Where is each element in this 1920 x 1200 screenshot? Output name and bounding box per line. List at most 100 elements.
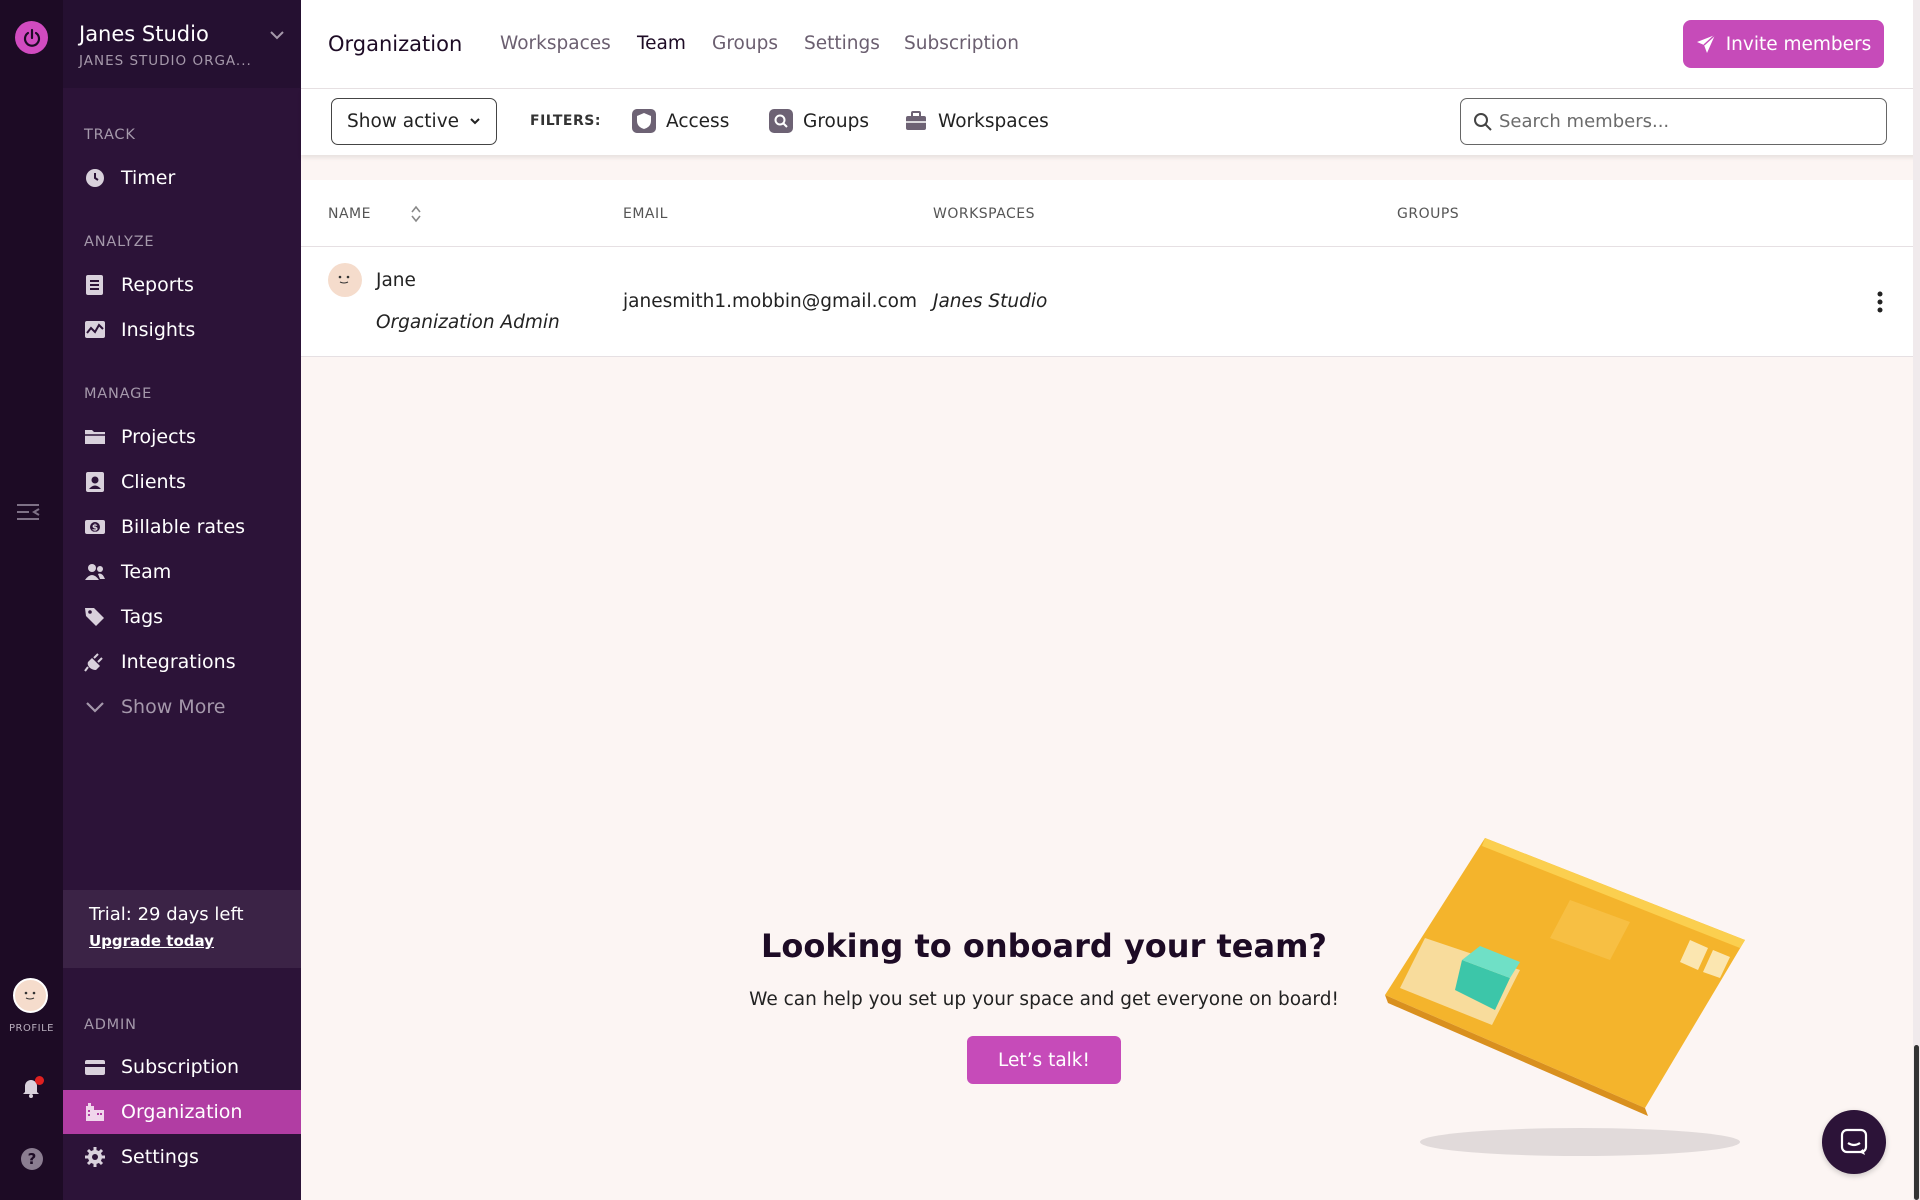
reports-icon: [86, 275, 103, 295]
filter-access[interactable]: Access: [632, 108, 729, 134]
status-select[interactable]: Show active: [331, 98, 497, 145]
folder-icon: [85, 430, 105, 444]
tag-icon: [85, 608, 104, 626]
sidebar-item-label: Projects: [121, 426, 196, 448]
sidebar-item-label: Reports: [121, 274, 194, 296]
sidebar-item-label: Organization: [121, 1101, 243, 1123]
team-icon: [85, 564, 105, 580]
sidebar-item-label: Insights: [121, 319, 196, 341]
column-groups: GROUPS: [1397, 206, 1460, 222]
sidebar: Janes Studio JANES STUDIO ORGA... TRACK …: [63, 0, 301, 1200]
sidebar-item-label: Timer: [121, 167, 176, 189]
avatar: [328, 263, 362, 297]
search-input[interactable]: [1499, 101, 1879, 141]
sidebar-item-subscription[interactable]: Subscription: [63, 1045, 301, 1089]
client-icon: [86, 472, 104, 492]
members-table: NAME EMAIL WORKSPACES GROUPS Jane Organi…: [301, 180, 1920, 357]
sidebar-item-label: Integrations: [121, 651, 236, 673]
org-name: Janes Studio: [79, 22, 209, 46]
app-rail: PROFILE ?: [0, 0, 63, 1200]
collapse-menu-icon[interactable]: [15, 500, 43, 524]
tab-settings[interactable]: Settings: [804, 33, 880, 54]
column-name-label: NAME: [328, 206, 371, 222]
clock-icon: [86, 169, 104, 187]
filter-groups[interactable]: Groups: [769, 108, 869, 134]
top-bar: Organization Workspaces Team Groups Sett…: [301, 0, 1920, 89]
column-name[interactable]: NAME: [328, 205, 421, 223]
sidebar-item-label: Show More: [121, 696, 226, 718]
section-admin: ADMIN: [84, 1017, 137, 1033]
sidebar-item-label: Billable rates: [121, 516, 246, 538]
tab-workspaces[interactable]: Workspaces: [500, 33, 611, 54]
member-workspaces: Janes Studio: [933, 291, 1048, 312]
org-subtitle: JANES STUDIO ORGA...: [79, 53, 252, 69]
card-icon: [85, 1060, 105, 1075]
sidebar-item-tags[interactable]: Tags: [63, 595, 301, 639]
sidebar-item-reports[interactable]: Reports: [63, 263, 301, 307]
org-switcher[interactable]: Janes Studio JANES STUDIO ORGA...: [63, 0, 301, 88]
plug-icon: [84, 653, 103, 672]
sidebar-item-projects[interactable]: Projects: [63, 415, 301, 459]
sidebar-item-clients[interactable]: Clients: [63, 460, 301, 504]
invite-members-button[interactable]: Invite members: [1683, 20, 1884, 68]
upgrade-link[interactable]: Upgrade today: [89, 932, 214, 950]
tab-team[interactable]: Team: [637, 33, 686, 54]
more-options-icon[interactable]: [1875, 290, 1885, 314]
onboarding-title: Looking to onboard your team?: [761, 927, 1327, 965]
table-row[interactable]: Jane Organization Admin janesmith1.mobbi…: [301, 247, 1920, 357]
filter-workspaces[interactable]: Workspaces: [904, 108, 1049, 134]
chevron-down-icon: [270, 31, 284, 40]
sort-icon[interactable]: [410, 204, 422, 224]
help-icon[interactable]: ?: [21, 1148, 43, 1170]
shield-icon: [632, 109, 656, 133]
filter-access-label: Access: [666, 110, 730, 132]
sidebar-item-team[interactable]: Team: [63, 550, 301, 594]
tab-subscription[interactable]: Subscription: [904, 33, 1019, 54]
profile-avatar[interactable]: [13, 978, 48, 1013]
filter-bar: Show active FILTERS: Access Groups Works…: [301, 89, 1920, 155]
power-logo-icon[interactable]: [15, 21, 48, 54]
lets-talk-button[interactable]: Let’s talk!: [967, 1036, 1121, 1084]
chat-support-button[interactable]: [1822, 1110, 1886, 1174]
sidebar-item-settings[interactable]: Settings: [63, 1135, 301, 1179]
sidebar-show-more[interactable]: Show More: [63, 685, 301, 729]
sidebar-item-organization[interactable]: Organization: [63, 1090, 301, 1134]
member-email: janesmith1.mobbin@gmail.com: [623, 291, 917, 312]
onboarding-text: We can help you set up your space and ge…: [749, 989, 1339, 1010]
sidebar-item-label: Tags: [121, 606, 164, 628]
section-manage: MANAGE: [84, 386, 153, 402]
section-analyze: ANALYZE: [84, 234, 155, 250]
status-select-value: Show active: [347, 111, 460, 132]
column-email: EMAIL: [623, 206, 668, 222]
sidebar-item-label: Subscription: [121, 1056, 240, 1078]
search-members[interactable]: [1460, 98, 1887, 145]
tab-groups[interactable]: Groups: [712, 33, 778, 54]
caret-down-icon: [470, 118, 480, 125]
scrollbar-thumb[interactable]: [1914, 1045, 1919, 1200]
chat-icon: [1840, 1128, 1868, 1155]
svg-text:$: $: [92, 524, 98, 534]
profile-label: PROFILE: [9, 1023, 54, 1034]
chevron-down-icon: [86, 702, 104, 713]
sidebar-item-timer[interactable]: Timer: [63, 156, 301, 200]
notification-dot: [35, 1076, 44, 1085]
filter-groups-label: Groups: [803, 110, 869, 132]
building-icon: [86, 1103, 104, 1121]
briefcase-icon: [904, 109, 928, 133]
scrollbar-track[interactable]: [1913, 0, 1920, 1200]
member-name: Jane: [376, 270, 416, 291]
trial-text: Trial: 29 days left: [89, 904, 244, 925]
filter-workspaces-label: Workspaces: [938, 110, 1049, 132]
search-icon: [1474, 113, 1492, 131]
column-workspaces: WORKSPACES: [933, 206, 1036, 222]
gear-icon: [85, 1147, 105, 1167]
page-title: Organization: [328, 32, 463, 56]
member-role: Organization Admin: [376, 312, 560, 333]
sidebar-item-label: Clients: [121, 471, 186, 493]
filters-label: FILTERS:: [530, 113, 601, 129]
sidebar-item-insights[interactable]: Insights: [63, 308, 301, 352]
sidebar-item-billable-rates[interactable]: $ Billable rates: [63, 505, 301, 549]
sidebar-item-integrations[interactable]: Integrations: [63, 640, 301, 684]
table-header: NAME EMAIL WORKSPACES GROUPS: [301, 180, 1920, 247]
send-icon: [1696, 34, 1716, 53]
